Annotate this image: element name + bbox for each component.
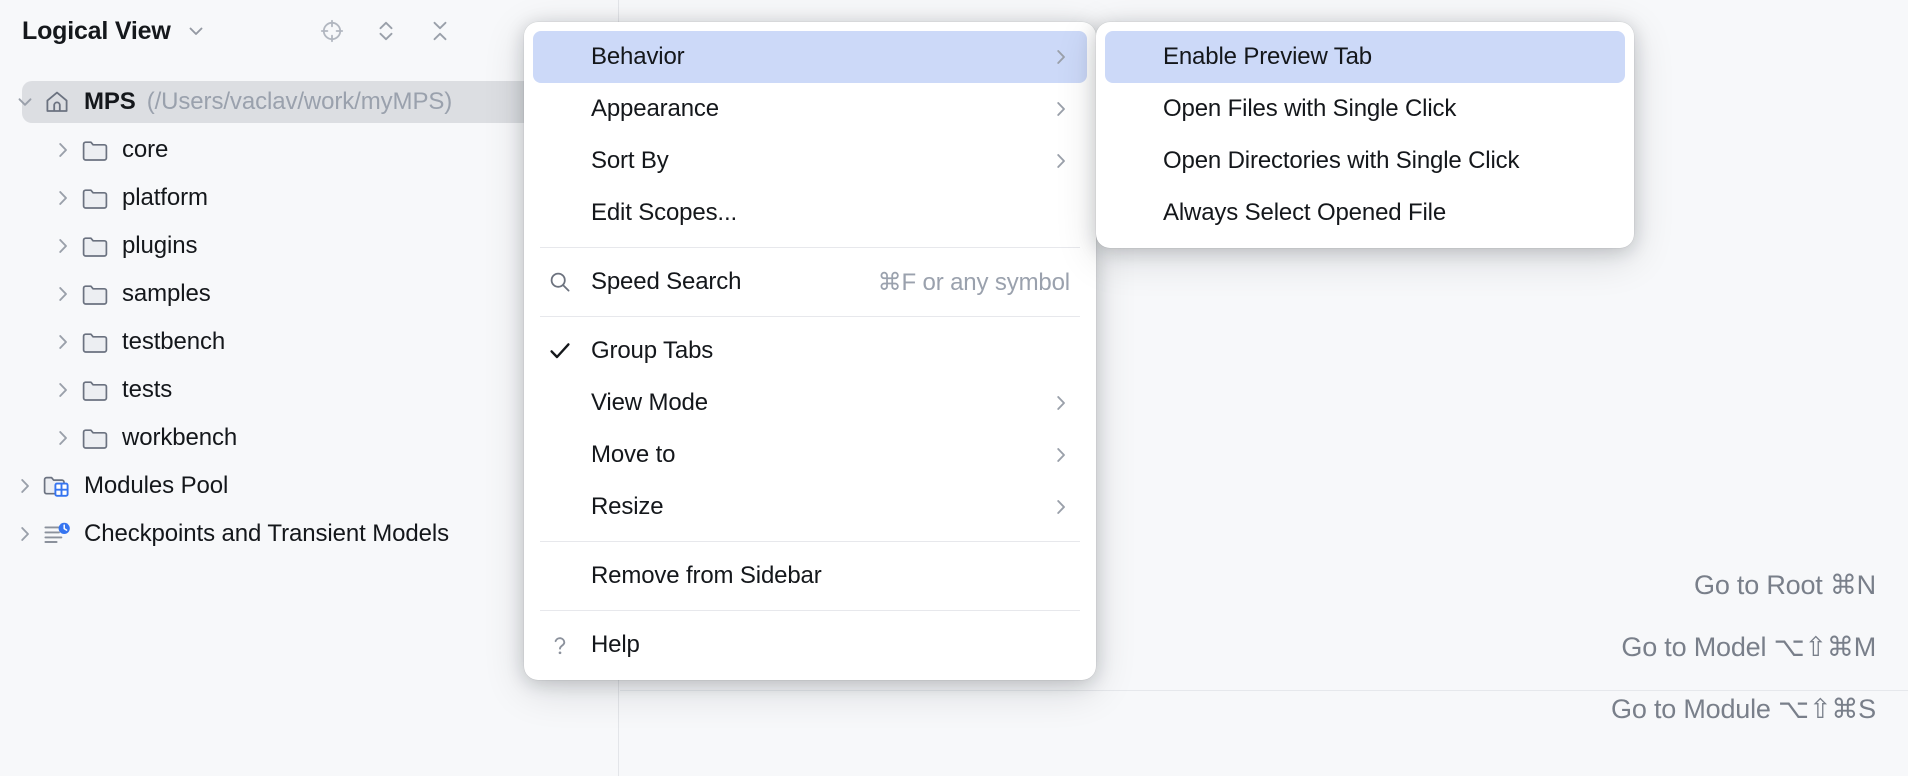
submenu-item-always-select-opened-file[interactable]: Always Select Opened File xyxy=(1105,187,1625,239)
question-icon xyxy=(547,632,591,658)
home-icon xyxy=(42,88,72,116)
chevron-right-icon[interactable] xyxy=(50,427,76,449)
folder-icon xyxy=(80,281,110,307)
menu-item-resize[interactable]: Resize xyxy=(533,481,1087,533)
menu-item-label: Remove from Sidebar xyxy=(591,562,822,589)
menu-item-label: Edit Scopes... xyxy=(591,199,737,226)
chevron-right-icon xyxy=(1050,496,1072,518)
menu-item-remove-from-sidebar[interactable]: Remove from Sidebar xyxy=(533,550,1087,602)
chevron-right-icon[interactable] xyxy=(50,139,76,161)
menu-separator xyxy=(540,247,1080,248)
menu-item-move-to[interactable]: Move to xyxy=(533,429,1087,481)
folder-icon xyxy=(80,185,110,211)
menu-item-label: Behavior xyxy=(591,43,685,70)
folder-icon xyxy=(80,425,110,451)
tree-node-label: samples xyxy=(122,280,211,307)
menu-item-label: Resize xyxy=(591,493,664,520)
menu-item-view-mode[interactable]: View Mode xyxy=(533,377,1087,429)
tree-node-label: testbench xyxy=(122,328,226,355)
chevron-right-icon[interactable] xyxy=(50,379,76,401)
submenu-item-label: Always Select Opened File xyxy=(1163,199,1447,226)
tree-node-label: tests xyxy=(122,376,173,403)
chevron-right-icon xyxy=(1050,150,1072,172)
menu-item-speed-search[interactable]: Speed Search ⌘F or any symbol xyxy=(533,256,1087,308)
editor-hint: Go to Module ⌥⇧⌘S xyxy=(1611,694,1876,724)
menu-item-edit-scopes[interactable]: Edit Scopes... xyxy=(533,187,1087,239)
menu-item-help[interactable]: Help xyxy=(533,619,1087,671)
menu-separator xyxy=(540,316,1080,317)
modules-pool-icon xyxy=(42,473,72,499)
chevron-right-icon xyxy=(1050,444,1072,466)
submenu-item-open-directories-with-single-click[interactable]: Open Directories with Single Click xyxy=(1105,135,1625,187)
menu-item-group-tabs[interactable]: Group Tabs xyxy=(533,325,1087,377)
submenu-item-label: Open Directories with Single Click xyxy=(1163,147,1520,174)
menu-item-label: Sort By xyxy=(591,147,669,174)
chevron-right-icon xyxy=(1050,392,1072,414)
chevron-right-icon[interactable] xyxy=(12,475,38,497)
behavior-submenu[interactable]: Enable Preview Tab Open Files with Single… xyxy=(1096,22,1634,248)
menu-item-label: View Mode xyxy=(591,389,708,416)
menu-item-label: Group Tabs xyxy=(591,337,714,364)
page-title: Logical View xyxy=(22,16,171,45)
context-menu[interactable]: Behavior Appearance Sort By Edit Scopes... S… xyxy=(524,22,1096,680)
chevron-right-icon[interactable] xyxy=(50,187,76,209)
menu-separator xyxy=(540,541,1080,542)
menu-item-behavior[interactable]: Behavior xyxy=(533,31,1087,83)
editor-shortcut-hints: Go to Root ⌘N Go to Model ⌥⇧⌘M Go to Modul… xyxy=(1611,570,1876,725)
menu-item-label: Help xyxy=(591,631,640,658)
menu-item-label: Appearance xyxy=(591,95,719,122)
menu-item-label: Move to xyxy=(591,441,676,468)
submenu-item-label: Enable Preview Tab xyxy=(1163,43,1372,70)
tree-node-label: MPS xyxy=(84,88,136,115)
chevron-right-icon[interactable] xyxy=(12,523,38,545)
tree-node-path: (/Users/vaclav/work/myMPS) xyxy=(146,88,453,115)
tree-node-label: Modules Pool xyxy=(84,472,229,499)
folder-icon xyxy=(80,233,110,259)
submenu-item-label: Open Files with Single Click xyxy=(1163,95,1457,122)
checkpoints-icon xyxy=(42,521,72,547)
chevron-right-icon[interactable] xyxy=(50,283,76,305)
app-root: Logical View MPS (/Users/vaclav/work/myM… xyxy=(0,0,1908,776)
editor-hint: Go to Root ⌘N xyxy=(1694,570,1876,600)
chevron-down-icon[interactable] xyxy=(12,91,38,113)
chevron-right-icon[interactable] xyxy=(50,331,76,353)
submenu-item-open-files-with-single-click[interactable]: Open Files with Single Click xyxy=(1105,83,1625,135)
folder-icon xyxy=(80,377,110,403)
tree-node-label: workbench xyxy=(122,424,238,451)
menu-item-shortcut: ⌘F or any symbol xyxy=(877,268,1070,296)
menu-item-appearance[interactable]: Appearance xyxy=(533,83,1087,135)
editor-hint: Go to Model ⌥⇧⌘M xyxy=(1621,632,1876,662)
folder-icon xyxy=(80,329,110,355)
search-icon xyxy=(547,269,591,295)
submenu-item-enable-preview-tab[interactable]: Enable Preview Tab xyxy=(1105,31,1625,83)
chevron-down-icon[interactable] xyxy=(185,20,207,42)
tree-node-label: platform xyxy=(122,184,208,211)
tree-node-label: core xyxy=(122,136,169,163)
folder-icon xyxy=(80,137,110,163)
tree-node-label: Checkpoints and Transient Models xyxy=(84,520,450,547)
collapse-all-icon[interactable] xyxy=(427,18,453,44)
menu-separator xyxy=(540,610,1080,611)
chevron-right-icon xyxy=(1050,46,1072,68)
expand-all-icon[interactable] xyxy=(373,18,399,44)
menu-item-sort-by[interactable]: Sort By xyxy=(533,135,1087,187)
scroll-from-source-icon[interactable] xyxy=(319,18,345,44)
chevron-right-icon[interactable] xyxy=(50,235,76,257)
tree-node-label: plugins xyxy=(122,232,198,259)
chevron-right-icon xyxy=(1050,98,1072,120)
check-icon xyxy=(547,338,591,364)
menu-item-label: Speed Search xyxy=(591,268,742,295)
